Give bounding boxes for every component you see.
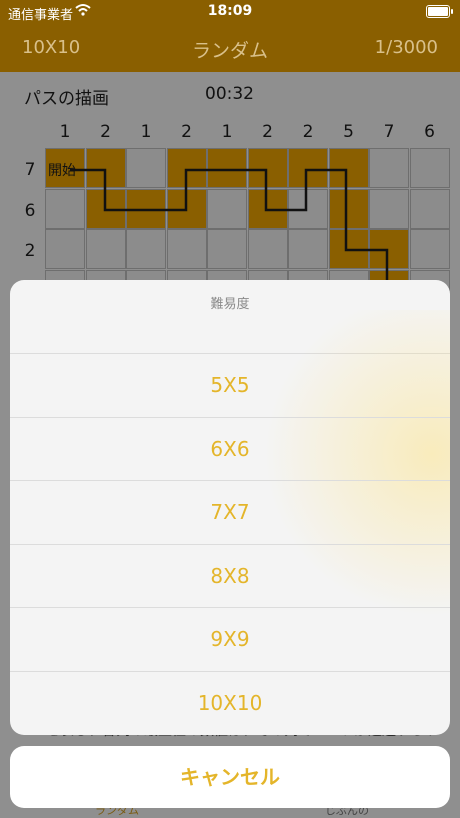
nav-bar: 10X10 ランダム 1/3000 [0,24,460,72]
battery-tip [451,9,453,14]
sheet-title: 難易度 [10,280,450,354]
option-5x5[interactable]: 5X5 [10,354,450,418]
difficulty-sheet: 難易度 5X5 6X6 7X7 8X8 9X9 10X10 [10,280,450,735]
start-label: 開始 [48,163,76,179]
cancel-button[interactable]: キャンセル [10,746,450,808]
option-8x8[interactable]: 8X8 [10,545,450,608]
status-time: 18:09 [207,3,253,19]
option-6x6[interactable]: 6X6 [10,418,450,481]
option-9x9[interactable]: 9X9 [10,608,450,672]
status-bar: 通信事業者 18:09 [0,0,460,24]
battery-icon [426,5,450,18]
nav-progress: 1/3000 [374,37,438,58]
option-10x10[interactable]: 10X10 [10,672,450,736]
option-7x7[interactable]: 7X7 [10,481,450,545]
